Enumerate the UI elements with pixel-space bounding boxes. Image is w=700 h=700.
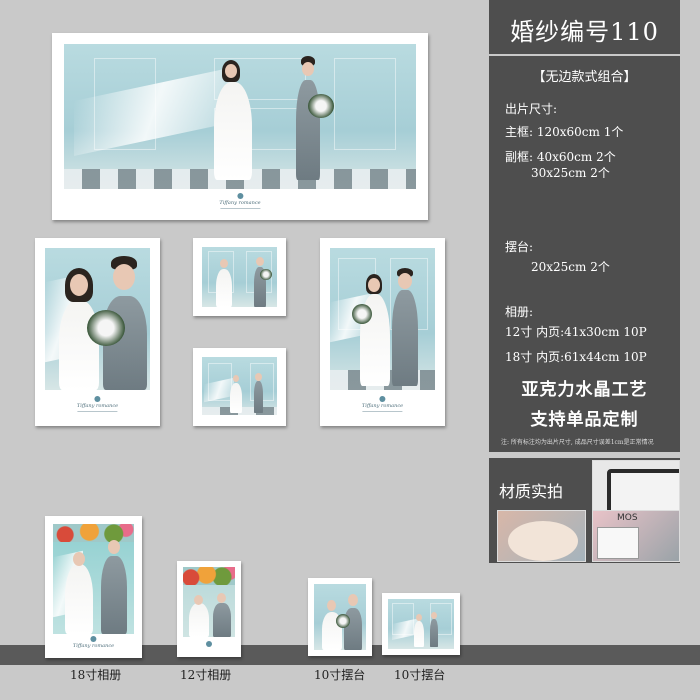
stand-size: 20x25cm 2个 — [531, 260, 610, 274]
stand-a-photo — [314, 584, 366, 650]
sub-frame-size-2: 30x25cm 2个 — [531, 166, 610, 180]
small-frame-top-photo — [202, 247, 277, 307]
product-title: 婚纱编号110 — [510, 18, 659, 46]
small-frame-bottom[interactable] — [193, 348, 286, 426]
stand-label: 摆台: — [505, 240, 534, 254]
album-18-photo — [53, 524, 134, 634]
small-frame-top[interactable] — [193, 238, 286, 316]
material-panel: 材质实拍 MOS — [489, 458, 680, 563]
main-frame[interactable]: Tiffany romance — [52, 33, 428, 220]
sub-frame-right-photo — [330, 248, 435, 390]
main-frame-photo — [64, 44, 416, 189]
brand-logo — [206, 641, 212, 648]
style-subtitle: 【无边款式组合】 — [532, 70, 637, 85]
title-divider — [489, 54, 680, 56]
album-12[interactable] — [177, 561, 241, 657]
material-tile-text: MOS — [617, 513, 638, 523]
stand-b-photo — [388, 599, 454, 649]
size-label: 出片尺寸: — [505, 102, 558, 116]
album-12-photo — [183, 567, 235, 637]
sub-frame-left[interactable]: Tiffany romance — [35, 238, 160, 426]
material-photo-2: MOS — [592, 510, 680, 562]
spec-panel: 婚纱编号110 【无边款式组合】 出片尺寸: 主框: 120x60cm 1个 副… — [489, 0, 680, 452]
brand-logo: Tiffany romance — [362, 396, 403, 412]
caption-album-18: 18寸相册 — [70, 668, 122, 682]
album-18[interactable]: Tiffany romance — [45, 516, 142, 658]
material-photo-1 — [497, 510, 586, 562]
sub-frame-right[interactable]: Tiffany romance — [320, 238, 445, 426]
sub-frame-left-photo — [45, 248, 150, 390]
album-18-spec: 18寸 内页:61x44cm 10P — [505, 350, 647, 364]
caption-stand-b: 10寸摆台 — [394, 668, 446, 682]
stand-b[interactable] — [382, 593, 460, 655]
sub-frame-size-1: 副框: 40x60cm 2个 — [505, 150, 616, 164]
small-frame-bottom-photo — [202, 357, 277, 415]
album-label: 相册: — [505, 305, 534, 319]
album-12-spec: 12寸 内页:41x30cm 10P — [505, 325, 647, 339]
material-label: 材质实拍 — [499, 482, 564, 501]
stand-a[interactable] — [308, 578, 372, 656]
brand-logo: Tiffany romance — [219, 193, 261, 209]
main-frame-size: 主框: 120x60cm 1个 — [505, 125, 624, 139]
material-photo-corner — [592, 460, 680, 512]
caption-album-12: 12寸相册 — [180, 668, 232, 682]
craft-text: 亚克力水晶工艺 — [521, 380, 648, 400]
brand-logo: Tiffany romance — [77, 396, 118, 412]
brand-logo: Tiffany romance — [73, 636, 114, 649]
custom-text: 支持单品定制 — [530, 410, 639, 430]
caption-stand-a: 10寸摆台 — [314, 668, 366, 682]
size-note: 注: 所有标注均为出片尺寸, 成品尺寸误差1cm是正常情况 — [501, 439, 654, 446]
